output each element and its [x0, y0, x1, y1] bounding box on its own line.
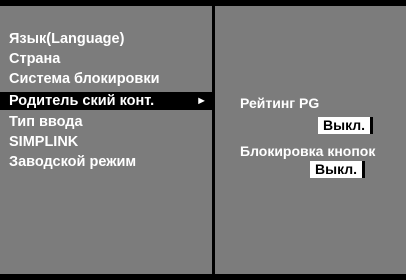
pg-rating-label: Рейтинг PG — [240, 95, 320, 111]
right-arrow-icon: ► — [196, 95, 207, 107]
pg-rating-value[interactable]: Выкл. — [318, 117, 374, 134]
menu-item-label: Заводской режим — [9, 154, 137, 170]
menu-item-language[interactable]: Язык(Language) — [0, 30, 212, 48]
menu-item-label: Страна — [9, 51, 61, 67]
menu-item-factory-mode[interactable]: Заводской режим — [0, 153, 212, 171]
main-menu-panel: Язык(Language) Страна Система блокировки… — [0, 6, 212, 274]
menu-item-country[interactable]: Страна — [0, 50, 212, 68]
button-lock-value[interactable]: Выкл. — [310, 161, 366, 178]
button-lock-label: Блокировка кнопок — [240, 143, 376, 159]
menu-item-simplink[interactable]: SIMPLINK — [0, 133, 212, 151]
submenu-panel: Рейтинг PG Выкл. Блокировка кнопок Выкл. — [215, 6, 406, 274]
menu-item-label: Язык(Language) — [9, 31, 125, 47]
menu-item-label: Родитель ский конт. — [9, 93, 155, 109]
menu-item-label: Система блокировки — [9, 71, 160, 87]
menu-item-lock-system[interactable]: Система блокировки — [0, 70, 212, 88]
menu-item-parental-control[interactable]: Родитель ский конт. ► — [0, 92, 212, 110]
menu-item-label: SIMPLINK — [9, 134, 79, 150]
menu-item-input-type[interactable]: Тип ввода — [0, 113, 212, 131]
menu-item-label: Тип ввода — [9, 114, 83, 130]
tv-osd-menu: Язык(Language) Страна Система блокировки… — [0, 0, 406, 280]
